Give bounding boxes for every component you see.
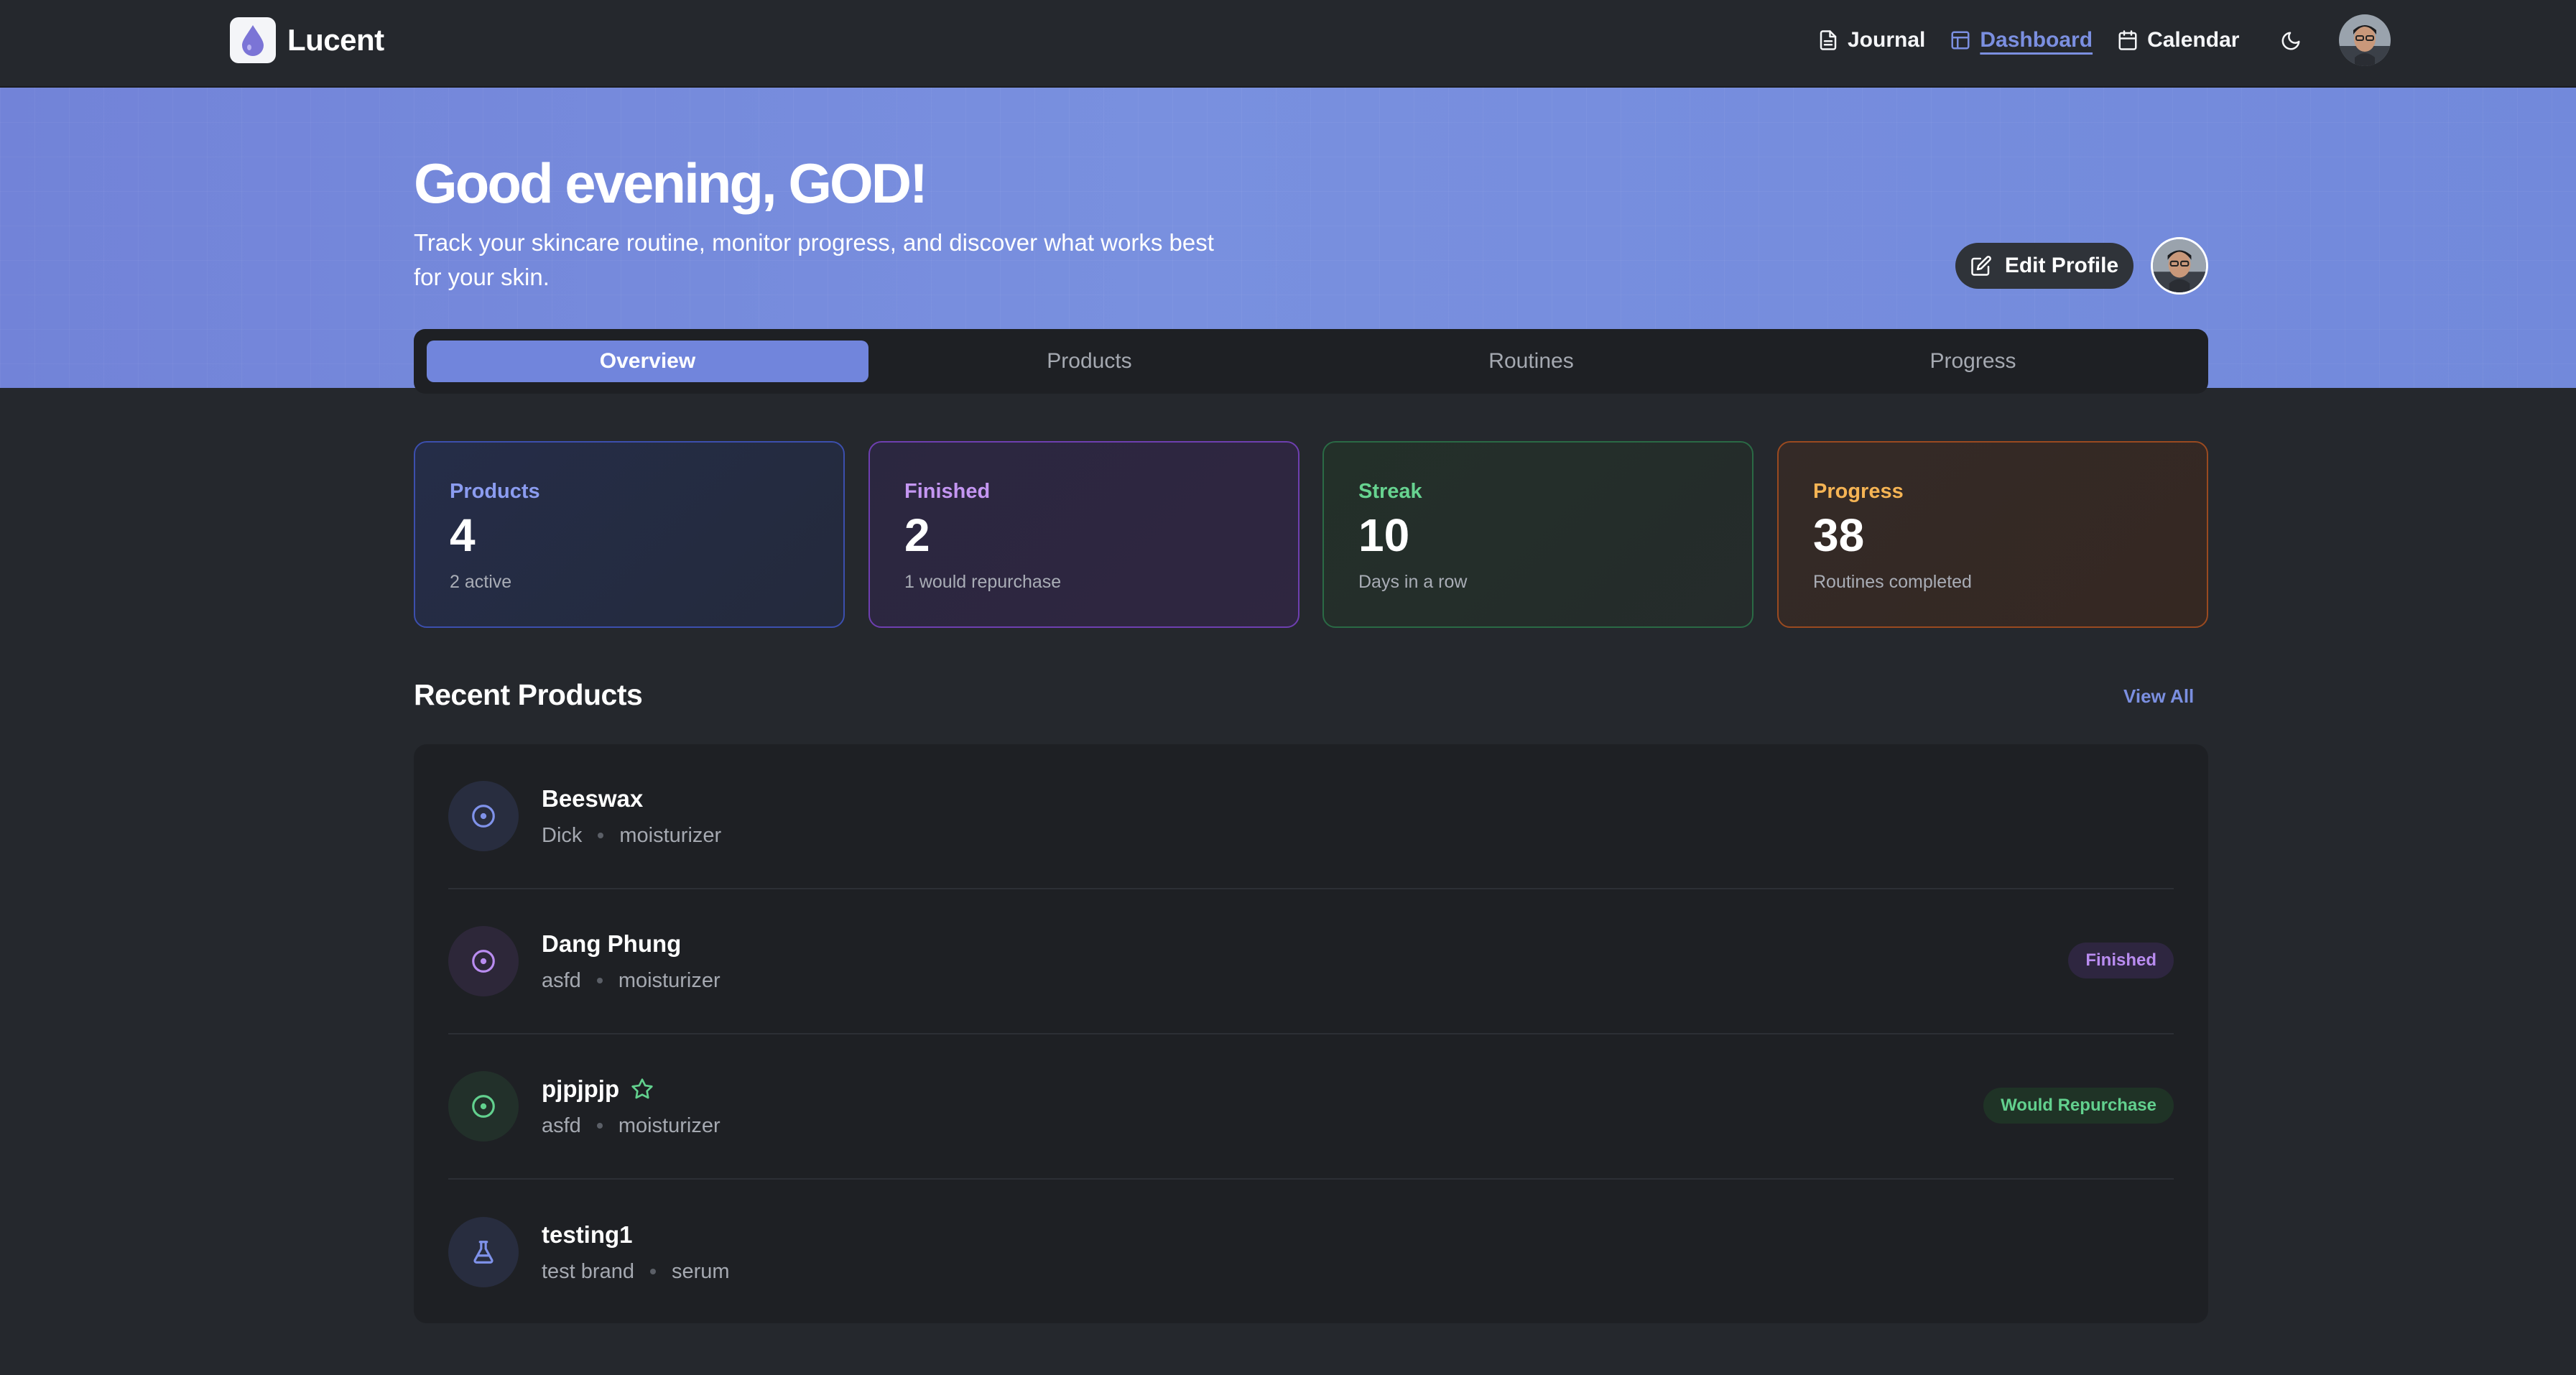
theme-toggle-button[interactable] [2276, 26, 2306, 56]
product-name: testing1 [542, 1221, 633, 1248]
product-brand: test brand [542, 1259, 634, 1283]
separator-dot [596, 978, 603, 983]
nav-journal-label: Journal [1848, 28, 1926, 52]
stat-value: 4 [450, 509, 476, 561]
product-category: moisturizer [618, 1114, 721, 1137]
main-nav: Journal Dashboard Calendar [1817, 23, 2264, 57]
nav-calendar[interactable]: Calendar [2117, 28, 2239, 52]
flask-icon [448, 1217, 519, 1287]
stat-label: Finished [904, 480, 991, 503]
app-name: Lucent [287, 23, 384, 57]
recent-products-title: Recent Products [414, 678, 643, 711]
product-category: moisturizer [618, 968, 721, 992]
separator-dot [649, 1269, 656, 1274]
recent-products-list: Beeswax Dick moisturizer Dang Phung asfd… [414, 744, 2208, 1323]
tab-progress[interactable]: Progress [1752, 341, 2194, 382]
status-badge: Finished [2068, 943, 2174, 978]
nav-dashboard[interactable]: Dashboard [1950, 28, 2093, 52]
status-badge: Would Repurchase [1983, 1088, 2174, 1124]
product-brand: asfd [542, 968, 581, 992]
stat-card-finished[interactable]: Finished 2 1 would repurchase [868, 441, 1299, 628]
product-brand: asfd [542, 1114, 581, 1137]
nav-calendar-label: Calendar [2147, 28, 2240, 52]
list-item[interactable]: pjpjpjp asfd moisturizer Would Repurchas… [448, 1034, 2174, 1180]
product-category: moisturizer [619, 823, 722, 847]
brand[interactable]: Lucent [230, 17, 384, 63]
stat-label: Progress [1813, 480, 1904, 503]
greeting-heading: Good evening, GOD! [414, 152, 928, 215]
target-icon [448, 781, 519, 851]
profile-avatar[interactable] [2151, 237, 2208, 295]
layout-icon [1951, 31, 1970, 50]
stat-value: 2 [904, 509, 930, 561]
separator-dot [596, 1123, 603, 1129]
moon-icon [2281, 32, 2300, 50]
list-item[interactable]: Beeswax Dick moisturizer [448, 744, 2174, 889]
hero-subtitle: Track your skincare routine, monitor pro… [414, 229, 1214, 290]
tab-routines[interactable]: Routines [1310, 341, 1752, 382]
nav-dashboard-label: Dashboard [1980, 28, 2093, 52]
stat-card-progress[interactable]: Progress 38 Routines completed [1777, 441, 2208, 628]
stat-value: 10 [1358, 509, 1410, 561]
calendar-icon [2118, 30, 2137, 50]
droplet-logo-icon [230, 17, 276, 63]
edit-profile-button[interactable]: Edit Profile [1955, 243, 2133, 289]
top-navigation-bar: Lucent Journal Dashboard Calendar [0, 0, 2576, 88]
list-item[interactable]: Dang Phung asfd moisturizer Finished [448, 889, 2174, 1034]
stat-note: Days in a row [1358, 572, 1468, 592]
nav-journal[interactable]: Journal [1817, 28, 1925, 52]
stat-note: Routines completed [1813, 572, 1972, 592]
edit-profile-label: Edit Profile [2004, 254, 2119, 277]
list-item[interactable]: testing1 test brand serum [448, 1180, 2174, 1325]
edit-icon [1971, 256, 1991, 276]
product-name: pjpjpjp [542, 1075, 620, 1102]
dashboard-tabs: Overview Products Routines Progress [414, 329, 2208, 394]
tab-products[interactable]: Products [868, 341, 1310, 382]
document-icon [1820, 30, 1837, 50]
tab-overview[interactable]: Overview [427, 341, 868, 382]
stat-note: 2 active [450, 572, 512, 592]
product-name: Beeswax [542, 784, 644, 812]
product-brand: Dick [542, 823, 583, 847]
stat-value: 38 [1813, 509, 1865, 561]
product-category: serum [671, 1259, 730, 1283]
stat-note: 1 would repurchase [904, 572, 1062, 592]
stat-label: Streak [1358, 480, 1422, 503]
product-name: Dang Phung [542, 930, 682, 957]
user-avatar[interactable] [2339, 14, 2391, 66]
separator-dot [598, 833, 604, 838]
stat-card-products[interactable]: Products 4 2 active [414, 441, 845, 628]
target-icon [448, 1071, 519, 1142]
target-icon [448, 926, 519, 996]
view-all-link[interactable]: View All [2123, 685, 2194, 708]
star-icon[interactable] [631, 1078, 654, 1101]
stat-card-streak[interactable]: Streak 10 Days in a row [1322, 441, 1753, 628]
stat-label: Products [450, 480, 540, 503]
